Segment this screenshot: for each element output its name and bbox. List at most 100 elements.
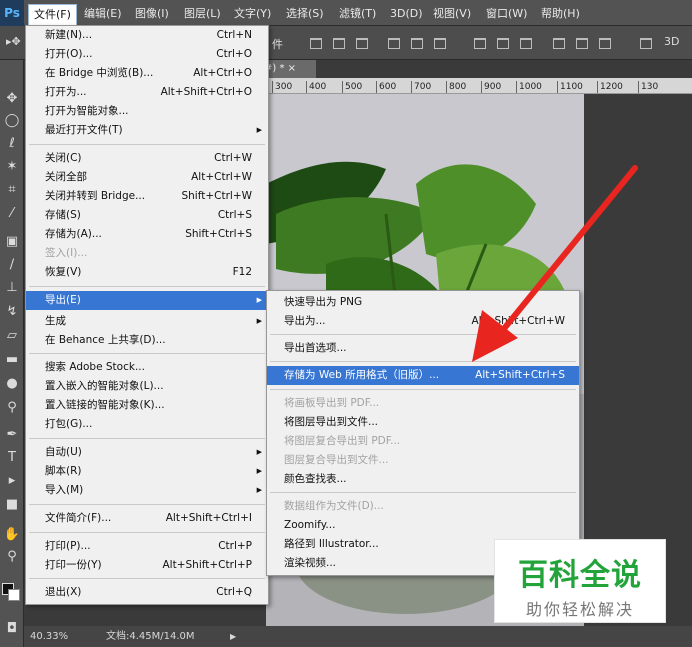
menu-item-layer-comps-to-pdf: 将图层复合导出到 PDF... <box>284 435 401 447</box>
move-tool-preset-icon[interactable]: ▸✥ <box>6 35 21 48</box>
align-top-icon[interactable] <box>310 38 322 49</box>
menu-type[interactable]: 文字(Y) <box>229 5 276 22</box>
menu-item-automate[interactable]: 自动(U) ▶ <box>26 443 268 462</box>
file-menu: 新建(N)... Ctrl+N 打开(O)... Ctrl+O 在 Bridge 中… <box>25 25 269 605</box>
menu-item-open-smart-object[interactable]: 打开为智能对象... <box>26 102 268 121</box>
menu-window[interactable]: 窗口(W) <box>481 5 532 22</box>
menu-item-import[interactable]: 导入(M) ▶ <box>26 481 268 500</box>
menu-image[interactable]: 图像(I) <box>130 5 174 22</box>
menu-item-new[interactable]: 新建(N)... Ctrl+N <box>26 26 268 45</box>
status-bar: 40.33% 文档:4.45M/14.0M ▶ <box>24 626 692 647</box>
menu-layer[interactable]: 图层(L) <box>179 5 226 22</box>
menu-item-print[interactable]: 打印(P)... Ctrl+P <box>26 537 268 556</box>
menu-item-save-as[interactable]: 存储为(A)... Shift+Ctrl+S <box>26 225 268 244</box>
menu-item-close[interactable]: 关闭(C) Ctrl+W <box>26 149 268 168</box>
ruler-tick: 1000 <box>516 81 542 93</box>
menu-separator <box>270 389 576 390</box>
menu-item-generate[interactable]: 生成 ▶ <box>26 312 268 331</box>
blur-tool-icon[interactable]: ● <box>2 375 22 393</box>
menu-view[interactable]: 视图(V) <box>428 5 476 22</box>
menu-item-export[interactable]: 导出(E) ▶ <box>26 291 268 310</box>
align-hcenter-icon[interactable] <box>411 38 423 49</box>
lasso-tool-icon[interactable]: ℓ <box>2 135 22 153</box>
menu-item-browse-bridge[interactable]: 在 Bridge 中浏览(B)... Alt+Ctrl+O <box>26 64 268 83</box>
path-selection-tool-icon[interactable]: ▸ <box>2 472 22 490</box>
pen-tool-icon[interactable]: ✒ <box>2 426 22 444</box>
align-vcenter-icon[interactable] <box>333 38 345 49</box>
red-annotation-arrow <box>472 165 638 362</box>
menu-separator <box>29 438 265 439</box>
distribute-hcenter-icon[interactable] <box>576 38 588 49</box>
background-color-swatch[interactable] <box>8 589 20 601</box>
history-brush-tool-icon[interactable]: ↯ <box>2 303 22 321</box>
menu-item-save[interactable]: 存储(S) Ctrl+S <box>26 206 268 225</box>
menu-file[interactable]: 文件(F) <box>28 4 77 26</box>
menubar: Ps 文件(F) 编辑(E) 图像(I) 图层(L) 文字(Y) 选择(S) 滤… <box>0 0 692 26</box>
crop-tool-icon[interactable]: ⌗ <box>2 181 22 199</box>
healing-brush-tool-icon[interactable]: ▣ <box>2 233 22 251</box>
menu-edit[interactable]: 编辑(E) <box>79 5 127 22</box>
menu-item-search-adobe-stock[interactable]: 搜索 Adobe Stock... <box>26 358 268 377</box>
align-left-icon[interactable] <box>388 38 400 49</box>
menu-item-data-sets-as-files: 数据组作为文件(D)... <box>284 500 384 512</box>
menu-item-recent-files[interactable]: 最近打开文件(T) ▶ <box>26 121 268 140</box>
menu-separator <box>270 492 576 493</box>
menu-select[interactable]: 选择(S) <box>281 5 329 22</box>
submenu-arrow-icon: ▶ <box>256 296 262 304</box>
ruler-tick: 700 <box>411 81 431 93</box>
menu-item-close-go-bridge[interactable]: 关闭并转到 Bridge... Shift+Ctrl+W <box>26 187 268 206</box>
menu-help[interactable]: 帮助(H) <box>536 5 585 22</box>
distribute-left-icon[interactable] <box>553 38 565 49</box>
distribute-right-icon[interactable] <box>599 38 611 49</box>
status-menu-arrow-icon[interactable]: ▶ <box>230 626 236 647</box>
watermark-subtitle: 助你轻松解决 <box>525 600 634 619</box>
auto-align-icon[interactable] <box>640 38 652 49</box>
distribute-bottom-icon[interactable] <box>520 38 532 49</box>
menu-item-place-linked[interactable]: 置入链接的智能对象(K)... <box>26 396 268 415</box>
transform-controls-label: 件 <box>272 38 283 51</box>
menu-separator <box>29 578 265 579</box>
menu-item-exit[interactable]: 退出(X) Ctrl+Q <box>26 583 268 602</box>
menu-item-zoomify[interactable]: Zoomify... <box>267 516 579 535</box>
eraser-tool-icon[interactable]: ▱ <box>2 327 22 345</box>
brush-tool-icon[interactable]: ∕ <box>2 256 22 274</box>
stamp-tool-icon[interactable]: ⊥ <box>2 279 22 297</box>
align-bottom-icon[interactable] <box>356 38 368 49</box>
menu-item-scripts[interactable]: 脚本(R) ▶ <box>26 462 268 481</box>
quick-mask-icon[interactable]: ◘ <box>2 620 22 638</box>
move-tool-icon[interactable]: ✥ <box>2 90 22 108</box>
menu-item-open[interactable]: 打开(O)... Ctrl+O <box>26 45 268 64</box>
menu-item-place-embedded[interactable]: 置入嵌入的智能对象(L)... <box>26 377 268 396</box>
menu-item-print-one-copy[interactable]: 打印一份(Y) Alt+Shift+Ctrl+P <box>26 556 268 575</box>
distribute-top-icon[interactable] <box>474 38 486 49</box>
ruler-tick: 1100 <box>557 81 583 93</box>
menu-item-package[interactable]: 打包(G)... <box>26 415 268 434</box>
ruler-tick: 600 <box>376 81 396 93</box>
gradient-tool-icon[interactable]: ▬ <box>2 351 22 369</box>
zoom-tool-icon[interactable]: ⚲ <box>2 548 22 566</box>
submenu-arrow-icon: ▶ <box>256 467 262 475</box>
ruler-tick: 500 <box>342 81 362 93</box>
hand-tool-icon[interactable]: ✋ <box>2 526 22 544</box>
menu-item-share-behance[interactable]: 在 Behance 上共享(D)... <box>26 331 268 350</box>
menu-item-revert[interactable]: 恢复(V) F12 <box>26 263 268 282</box>
watermark-title: 百科全说 <box>518 558 642 593</box>
menu-item-layer-comps-to-files: 图层复合导出到文件... <box>284 454 389 466</box>
type-tool-icon[interactable]: T <box>2 449 22 467</box>
menu-item-close-all[interactable]: 关闭全部 Alt+Ctrl+W <box>26 168 268 187</box>
align-right-icon[interactable] <box>434 38 446 49</box>
menu-filter[interactable]: 滤镜(T) <box>334 5 381 22</box>
marquee-tool-icon[interactable]: ◯ <box>2 112 22 130</box>
menu-item-color-lookup-tables[interactable]: 颜色查找表... <box>267 470 579 489</box>
magic-wand-tool-icon[interactable]: ✶ <box>2 158 22 176</box>
zoom-level[interactable]: 40.33% <box>30 626 68 647</box>
menu-item-open-as[interactable]: 打开为... Alt+Shift+Ctrl+O <box>26 83 268 102</box>
menu-item-file-info[interactable]: 文件简介(F)... Alt+Shift+Ctrl+I <box>26 509 268 528</box>
distribute-vcenter-icon[interactable] <box>497 38 509 49</box>
menu-item-layers-to-files[interactable]: 将图层导出到文件... <box>267 413 579 432</box>
rectangle-tool-icon[interactable]: ■ <box>2 496 22 514</box>
menu-3d[interactable]: 3D(D) <box>385 5 428 22</box>
dodge-tool-icon[interactable]: ⚲ <box>2 399 22 417</box>
eyedropper-tool-icon[interactable]: ⁄ <box>2 205 22 223</box>
photoshop-logo: Ps <box>0 0 24 26</box>
